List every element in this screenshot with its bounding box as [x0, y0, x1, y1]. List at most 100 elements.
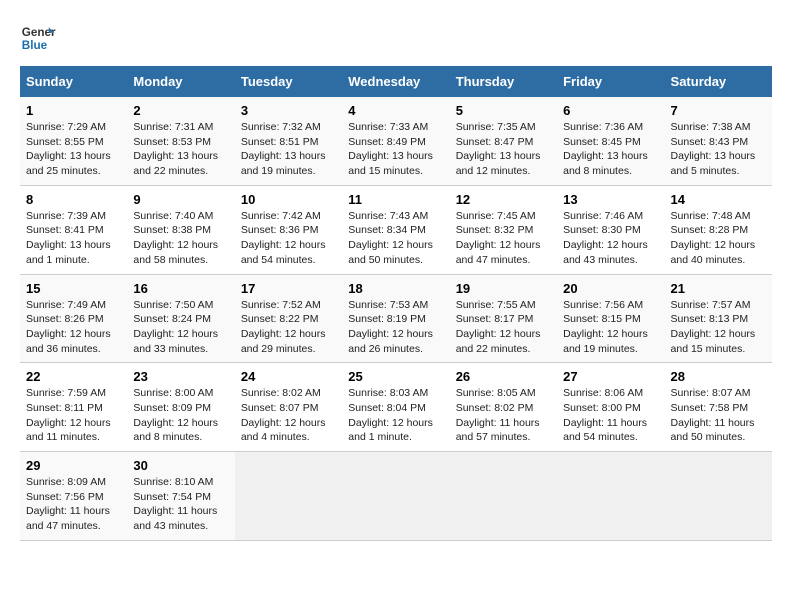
day-cell: 30 Sunrise: 8:10 AMSunset: 7:54 PMDaylig… — [127, 452, 234, 541]
day-cell: 19 Sunrise: 7:55 AMSunset: 8:17 PMDaylig… — [450, 274, 557, 363]
col-header-friday: Friday — [557, 66, 664, 97]
day-number: 23 — [133, 369, 228, 384]
day-cell: 16 Sunrise: 7:50 AMSunset: 8:24 PMDaylig… — [127, 274, 234, 363]
day-cell: 25 Sunrise: 8:03 AMSunset: 8:04 PMDaylig… — [342, 363, 449, 452]
calendar-table: SundayMondayTuesdayWednesdayThursdayFrid… — [20, 66, 772, 541]
day-cell — [557, 452, 664, 541]
day-info: Sunrise: 7:42 AMSunset: 8:36 PMDaylight:… — [241, 209, 336, 268]
day-info: Sunrise: 8:00 AMSunset: 8:09 PMDaylight:… — [133, 386, 228, 445]
day-info: Sunrise: 7:31 AMSunset: 8:53 PMDaylight:… — [133, 120, 228, 179]
day-info: Sunrise: 7:35 AMSunset: 8:47 PMDaylight:… — [456, 120, 551, 179]
col-header-monday: Monday — [127, 66, 234, 97]
logo-icon: General Blue — [20, 20, 56, 56]
day-cell: 14 Sunrise: 7:48 AMSunset: 8:28 PMDaylig… — [665, 185, 772, 274]
day-info: Sunrise: 7:38 AMSunset: 8:43 PMDaylight:… — [671, 120, 766, 179]
day-number: 15 — [26, 281, 121, 296]
day-cell — [665, 452, 772, 541]
logo: General Blue — [20, 20, 60, 56]
day-info: Sunrise: 7:55 AMSunset: 8:17 PMDaylight:… — [456, 298, 551, 357]
col-header-saturday: Saturday — [665, 66, 772, 97]
day-number: 3 — [241, 103, 336, 118]
col-header-wednesday: Wednesday — [342, 66, 449, 97]
day-number: 8 — [26, 192, 121, 207]
day-info: Sunrise: 7:50 AMSunset: 8:24 PMDaylight:… — [133, 298, 228, 357]
day-number: 6 — [563, 103, 658, 118]
day-cell: 20 Sunrise: 7:56 AMSunset: 8:15 PMDaylig… — [557, 274, 664, 363]
day-cell: 12 Sunrise: 7:45 AMSunset: 8:32 PMDaylig… — [450, 185, 557, 274]
day-info: Sunrise: 8:03 AMSunset: 8:04 PMDaylight:… — [348, 386, 443, 445]
day-info: Sunrise: 8:10 AMSunset: 7:54 PMDaylight:… — [133, 475, 228, 534]
day-number: 19 — [456, 281, 551, 296]
day-info: Sunrise: 7:32 AMSunset: 8:51 PMDaylight:… — [241, 120, 336, 179]
day-cell: 15 Sunrise: 7:49 AMSunset: 8:26 PMDaylig… — [20, 274, 127, 363]
day-cell: 21 Sunrise: 7:57 AMSunset: 8:13 PMDaylig… — [665, 274, 772, 363]
day-number: 10 — [241, 192, 336, 207]
day-info: Sunrise: 7:43 AMSunset: 8:34 PMDaylight:… — [348, 209, 443, 268]
day-number: 11 — [348, 192, 443, 207]
day-cell: 6 Sunrise: 7:36 AMSunset: 8:45 PMDayligh… — [557, 97, 664, 185]
day-cell: 11 Sunrise: 7:43 AMSunset: 8:34 PMDaylig… — [342, 185, 449, 274]
week-row-4: 22 Sunrise: 7:59 AMSunset: 8:11 PMDaylig… — [20, 363, 772, 452]
day-number: 27 — [563, 369, 658, 384]
day-number: 14 — [671, 192, 766, 207]
header: General Blue — [20, 20, 772, 56]
day-number: 22 — [26, 369, 121, 384]
day-cell: 17 Sunrise: 7:52 AMSunset: 8:22 PMDaylig… — [235, 274, 342, 363]
day-number: 21 — [671, 281, 766, 296]
day-info: Sunrise: 8:06 AMSunset: 8:00 PMDaylight:… — [563, 386, 658, 445]
day-info: Sunrise: 8:05 AMSunset: 8:02 PMDaylight:… — [456, 386, 551, 445]
day-number: 4 — [348, 103, 443, 118]
day-cell: 22 Sunrise: 7:59 AMSunset: 8:11 PMDaylig… — [20, 363, 127, 452]
day-number: 5 — [456, 103, 551, 118]
day-cell: 2 Sunrise: 7:31 AMSunset: 8:53 PMDayligh… — [127, 97, 234, 185]
day-info: Sunrise: 7:46 AMSunset: 8:30 PMDaylight:… — [563, 209, 658, 268]
day-info: Sunrise: 7:59 AMSunset: 8:11 PMDaylight:… — [26, 386, 121, 445]
day-number: 12 — [456, 192, 551, 207]
col-header-tuesday: Tuesday — [235, 66, 342, 97]
day-cell: 27 Sunrise: 8:06 AMSunset: 8:00 PMDaylig… — [557, 363, 664, 452]
week-row-5: 29 Sunrise: 8:09 AMSunset: 7:56 PMDaylig… — [20, 452, 772, 541]
day-cell — [450, 452, 557, 541]
day-cell — [342, 452, 449, 541]
header-row: SundayMondayTuesdayWednesdayThursdayFrid… — [20, 66, 772, 97]
day-number: 9 — [133, 192, 228, 207]
day-info: Sunrise: 7:48 AMSunset: 8:28 PMDaylight:… — [671, 209, 766, 268]
day-info: Sunrise: 7:40 AMSunset: 8:38 PMDaylight:… — [133, 209, 228, 268]
day-cell: 7 Sunrise: 7:38 AMSunset: 8:43 PMDayligh… — [665, 97, 772, 185]
day-number: 13 — [563, 192, 658, 207]
day-info: Sunrise: 7:52 AMSunset: 8:22 PMDaylight:… — [241, 298, 336, 357]
day-cell: 26 Sunrise: 8:05 AMSunset: 8:02 PMDaylig… — [450, 363, 557, 452]
day-cell — [235, 452, 342, 541]
day-info: Sunrise: 7:53 AMSunset: 8:19 PMDaylight:… — [348, 298, 443, 357]
day-cell: 9 Sunrise: 7:40 AMSunset: 8:38 PMDayligh… — [127, 185, 234, 274]
day-cell: 24 Sunrise: 8:02 AMSunset: 8:07 PMDaylig… — [235, 363, 342, 452]
day-cell: 8 Sunrise: 7:39 AMSunset: 8:41 PMDayligh… — [20, 185, 127, 274]
day-info: Sunrise: 8:09 AMSunset: 7:56 PMDaylight:… — [26, 475, 121, 534]
day-cell: 18 Sunrise: 7:53 AMSunset: 8:19 PMDaylig… — [342, 274, 449, 363]
day-info: Sunrise: 8:02 AMSunset: 8:07 PMDaylight:… — [241, 386, 336, 445]
col-header-thursday: Thursday — [450, 66, 557, 97]
day-number: 18 — [348, 281, 443, 296]
day-number: 7 — [671, 103, 766, 118]
day-number: 25 — [348, 369, 443, 384]
day-number: 30 — [133, 458, 228, 473]
week-row-2: 8 Sunrise: 7:39 AMSunset: 8:41 PMDayligh… — [20, 185, 772, 274]
day-info: Sunrise: 7:33 AMSunset: 8:49 PMDaylight:… — [348, 120, 443, 179]
day-number: 24 — [241, 369, 336, 384]
day-cell: 10 Sunrise: 7:42 AMSunset: 8:36 PMDaylig… — [235, 185, 342, 274]
day-info: Sunrise: 8:07 AMSunset: 7:58 PMDaylight:… — [671, 386, 766, 445]
day-number: 26 — [456, 369, 551, 384]
day-info: Sunrise: 7:45 AMSunset: 8:32 PMDaylight:… — [456, 209, 551, 268]
day-number: 16 — [133, 281, 228, 296]
day-info: Sunrise: 7:39 AMSunset: 8:41 PMDaylight:… — [26, 209, 121, 268]
week-row-1: 1 Sunrise: 7:29 AMSunset: 8:55 PMDayligh… — [20, 97, 772, 185]
day-number: 20 — [563, 281, 658, 296]
svg-text:Blue: Blue — [22, 39, 48, 52]
day-info: Sunrise: 7:49 AMSunset: 8:26 PMDaylight:… — [26, 298, 121, 357]
day-info: Sunrise: 7:56 AMSunset: 8:15 PMDaylight:… — [563, 298, 658, 357]
day-number: 17 — [241, 281, 336, 296]
day-number: 2 — [133, 103, 228, 118]
day-info: Sunrise: 7:29 AMSunset: 8:55 PMDaylight:… — [26, 120, 121, 179]
day-cell: 13 Sunrise: 7:46 AMSunset: 8:30 PMDaylig… — [557, 185, 664, 274]
day-cell: 23 Sunrise: 8:00 AMSunset: 8:09 PMDaylig… — [127, 363, 234, 452]
